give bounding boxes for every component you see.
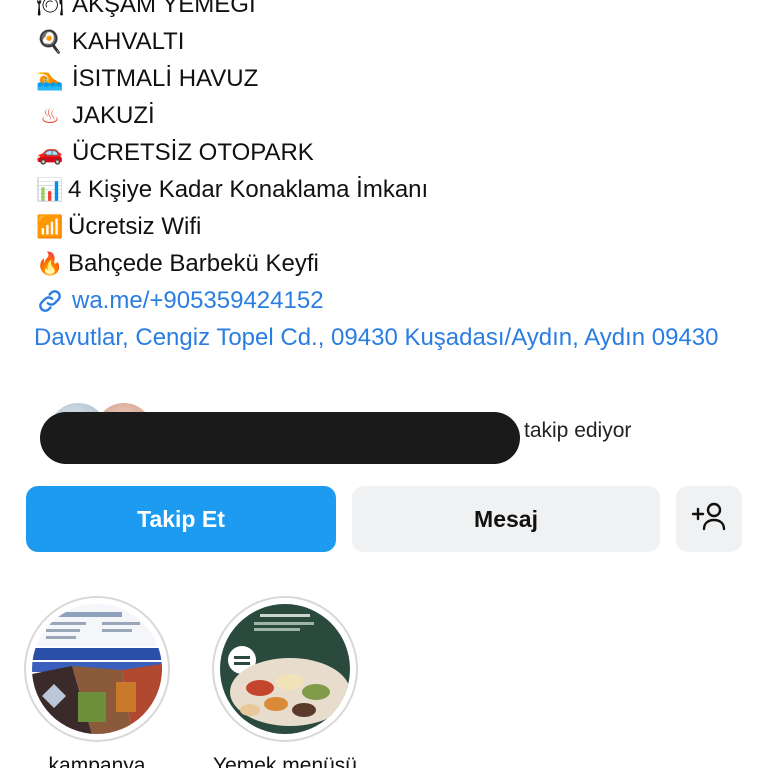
bio-line-barbecue: 🔥 Bahçede Barbekü Keyfi [34, 245, 754, 282]
car-icon: 🚗 [36, 139, 64, 165]
add-person-icon [691, 501, 727, 537]
link-icon [34, 287, 66, 315]
follow-button[interactable]: Takip Et [26, 486, 336, 552]
signal-icon: 📶 [36, 213, 64, 239]
bio-line-parking: 🚗 ÜCRETSİZ OTOPARK [34, 134, 754, 171]
bar-chart-icon: 📊 [36, 176, 64, 202]
message-button[interactable]: Mesaj [352, 486, 660, 552]
bio-text: Bahçede Barbekü Keyfi [68, 249, 319, 277]
mutual-followers[interactable]: takip ediyor [40, 400, 740, 470]
highlight-ring [212, 596, 358, 742]
bio-text: JAKUZİ [72, 101, 155, 129]
highlight-yemek-menusu[interactable]: Yemek menüsü [212, 596, 358, 768]
bio-text: Ücretsiz Wifi [68, 212, 202, 240]
bio-line-jacuzzi: ♨ JAKUZİ [34, 97, 754, 134]
highlight-cover-image [32, 604, 162, 734]
fire-icon: 🔥 [36, 250, 64, 276]
website-link-text[interactable]: wa.me/+905359424152 [72, 287, 324, 315]
bio-line-wifi: 📶 Ücretsiz Wifi [34, 208, 754, 245]
suggest-people-button[interactable] [676, 486, 742, 552]
bio-text: İSITMALİ HAVUZ [72, 64, 259, 92]
bio-text: AKŞAM YEMEĞİ [72, 0, 256, 18]
bio-line-pool: 🏊 İSITMALİ HAVUZ [34, 60, 754, 97]
bio-line-dinner: 🍽 AKŞAM YEMEĞİ [34, 0, 754, 23]
redacted-usernames [40, 412, 520, 464]
frying-pan-icon: 🍳 [36, 28, 64, 54]
plate-icon: 🍽 [36, 0, 64, 17]
bio: 🍽 AKŞAM YEMEĞİ 🍳 KAHVALTI 🏊 İSITMALİ HAV… [34, 0, 754, 356]
bio-text: KAHVALTI [72, 27, 185, 55]
highlight-kampanya[interactable]: kampanya [24, 596, 170, 768]
address-link[interactable]: Davutlar, Cengiz Topel Cd., 09430 Kuşada… [34, 319, 734, 356]
highlight-ring [24, 596, 170, 742]
followed-by-text: takip ediyor [524, 419, 632, 442]
website-link[interactable]: wa.me/+905359424152 [34, 282, 754, 319]
highlight-cover-image [220, 604, 350, 734]
highlight-label: Yemek menüsü [213, 754, 357, 768]
highlight-label: kampanya [48, 754, 146, 768]
bio-line-capacity: 📊 4 Kişiye Kadar Konaklama İmkanı [34, 171, 754, 208]
bio-line-breakfast: 🍳 KAHVALTI [34, 23, 754, 60]
bio-text: ÜCRETSİZ OTOPARK [72, 138, 314, 166]
swimmer-icon: 🏊 [36, 65, 64, 91]
bio-text: 4 Kişiye Kadar Konaklama İmkanı [68, 175, 429, 203]
hot-springs-icon: ♨ [40, 102, 60, 128]
